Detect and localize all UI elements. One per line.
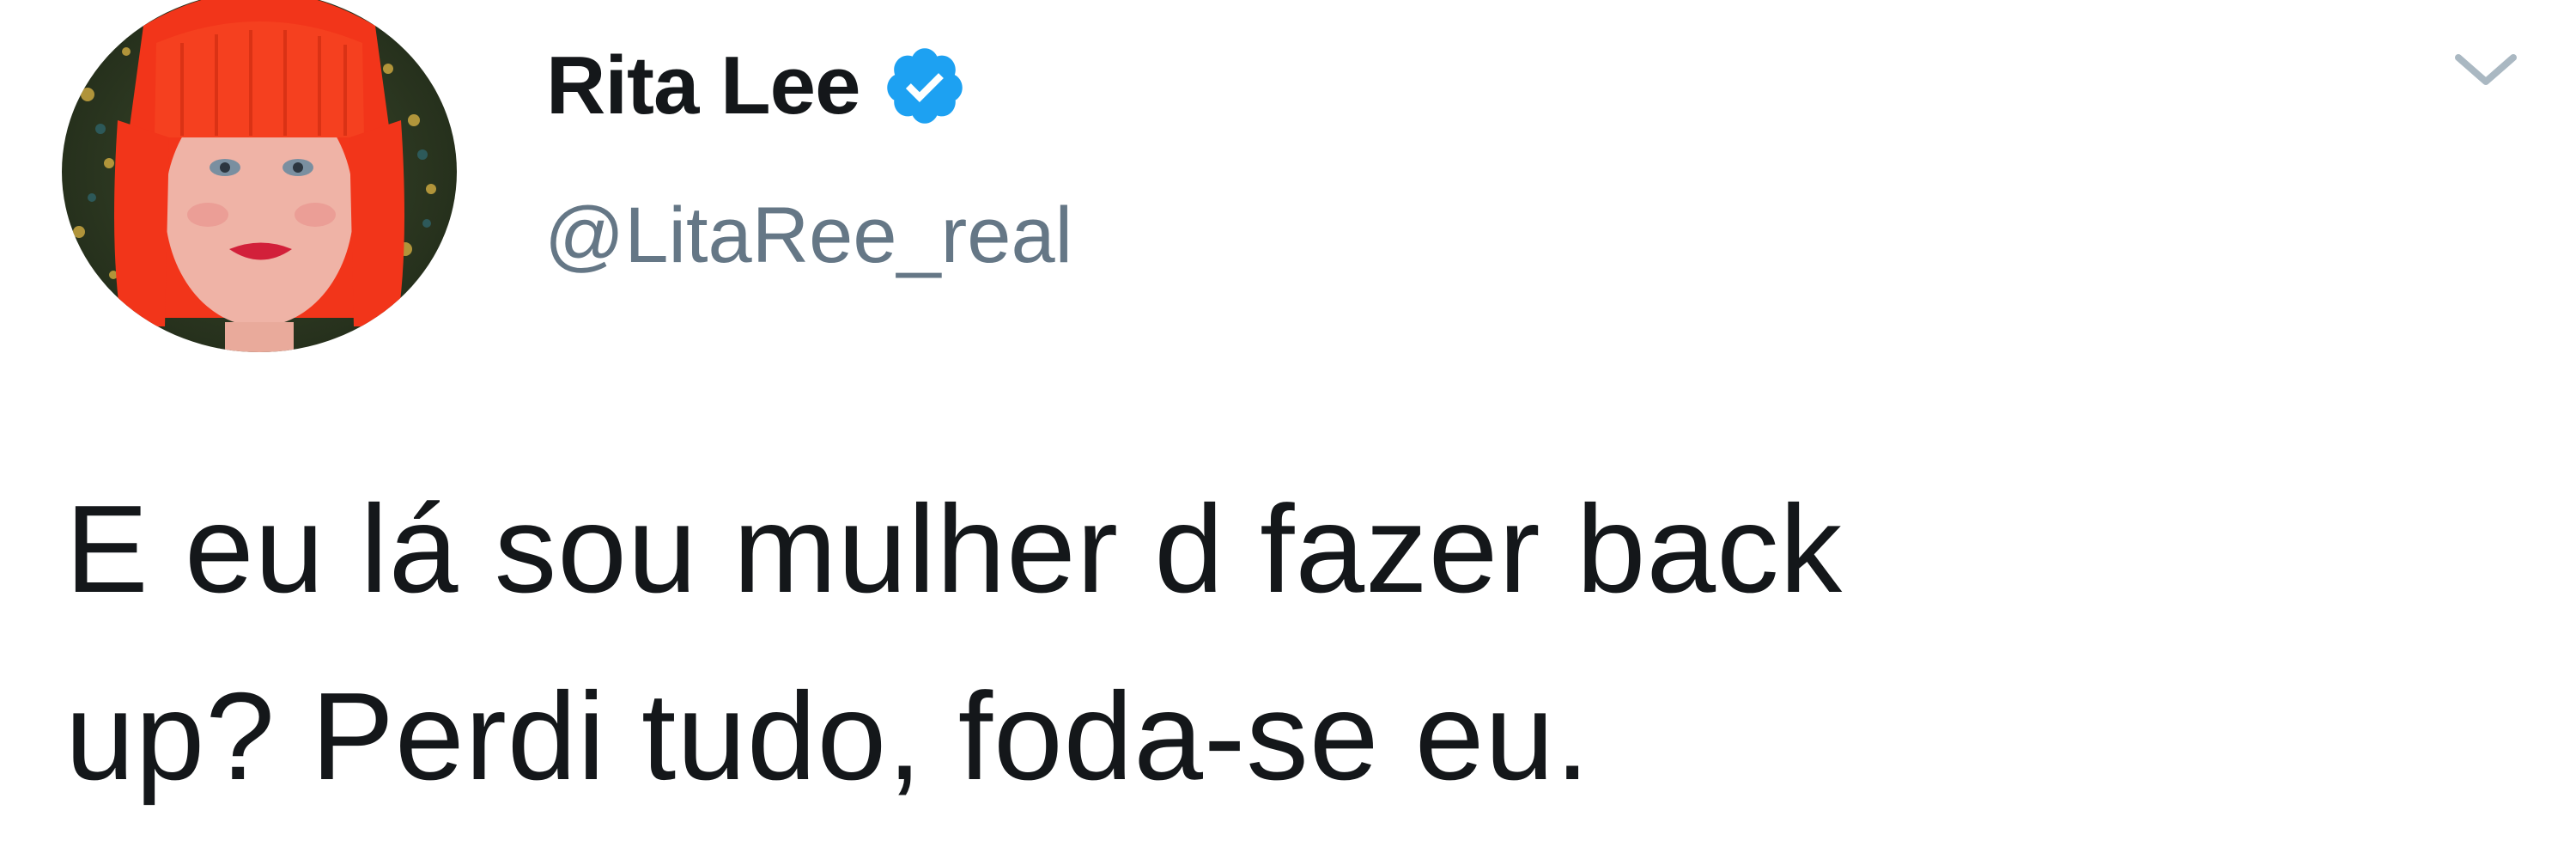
user-name-row[interactable]: Rita Lee	[546, 43, 968, 129]
display-name[interactable]: Rita Lee	[546, 45, 860, 127]
avatar-photo	[62, 0, 457, 352]
avatar[interactable]	[62, 0, 457, 352]
chevron-down-icon	[2455, 54, 2517, 85]
verified-badge-icon	[887, 48, 963, 124]
user-handle[interactable]: @LitaRee_real	[544, 196, 1072, 275]
tweet-menu-button[interactable]	[2439, 31, 2533, 108]
tweet-text: E eu lá sou mulher d fazer back up? Perd…	[65, 455, 2470, 830]
tweet-text-line: E eu lá sou mulher d fazer back	[65, 479, 1844, 618]
tweet-text-line: up? Perdi tudo, foda-se eu.	[65, 667, 1591, 806]
tweet-card: Rita Lee @LitaRee_real E eu lá sou mulhe…	[0, 0, 2576, 859]
